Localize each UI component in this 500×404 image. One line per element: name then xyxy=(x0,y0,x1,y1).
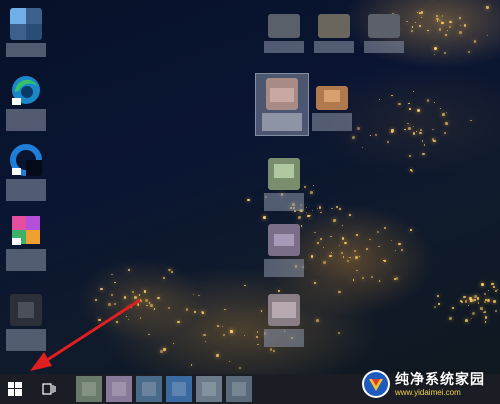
taskbar-app-4[interactable] xyxy=(166,376,192,402)
blurred-app-icon xyxy=(142,382,156,396)
blurred-app-icon xyxy=(82,382,96,396)
watermark-title: 纯净系统家园 xyxy=(395,370,485,387)
task-view-button[interactable] xyxy=(34,374,64,404)
blurred-app-icon xyxy=(202,382,216,396)
desktop[interactable] xyxy=(0,0,500,374)
taskbar-app-1[interactable] xyxy=(76,376,102,402)
red-arrow-annotation xyxy=(30,298,141,371)
windows-logo-icon xyxy=(8,382,22,396)
watermark: 纯净系统家园 www.yidaimei.com xyxy=(361,366,496,402)
taskbar-app-6[interactable] xyxy=(226,376,252,402)
task-view-icon xyxy=(42,383,56,395)
taskbar-app-2[interactable] xyxy=(106,376,132,402)
start-button[interactable] xyxy=(0,374,30,404)
watermark-url: www.yidaimei.com xyxy=(395,387,461,397)
blurred-app-icon xyxy=(112,382,126,396)
blurred-app-icon xyxy=(232,382,246,396)
blurred-app-icon xyxy=(172,382,186,396)
taskbar-app-3[interactable] xyxy=(136,376,162,402)
watermark-logo-icon xyxy=(362,370,390,398)
taskbar-app-5[interactable] xyxy=(196,376,222,402)
taskbar-pinned-apps xyxy=(74,376,254,402)
